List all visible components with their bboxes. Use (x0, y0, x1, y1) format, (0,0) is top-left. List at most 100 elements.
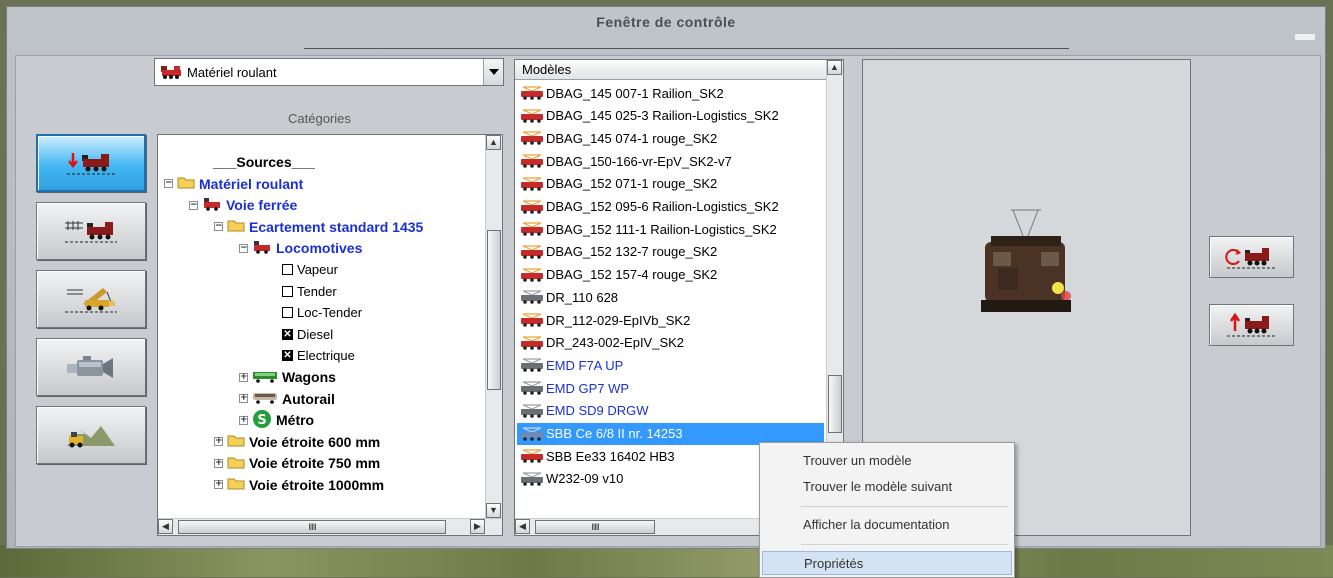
tree-node[interactable]: ✕ Diesel (264, 324, 333, 344)
locomotive-icon (521, 472, 543, 486)
tree-node-label: Voie étroite 750 mm (249, 455, 381, 471)
terrain-mode-button[interactable] (36, 406, 146, 464)
terrain-icon (67, 426, 115, 448)
list-item[interactable]: DBAG_152 132-7 rouge_SK2 (517, 241, 824, 263)
scroll-thumb[interactable]: IIIII (535, 520, 655, 534)
locomotive-icon (521, 199, 543, 214)
scroll-thumb[interactable]: IIIII (178, 520, 446, 534)
model-name: DR_243-002-EpIV_SK2 (546, 335, 685, 351)
tree-node[interactable]: + Voie étroite 1000mm (214, 475, 384, 495)
expand-collapse-icon[interactable]: + (239, 415, 248, 425)
checkbox[interactable] (282, 285, 293, 297)
rotate-locomotive-icon (1224, 248, 1277, 269)
tree-node[interactable]: + Wagons (239, 367, 336, 387)
locomotive-icon (521, 313, 543, 327)
model-name: DBAG_152 111-1 Railion-Logistics_SK2 (546, 221, 777, 237)
list-item[interactable]: DBAG_152 095-6 Railion-Logistics_SK2 (517, 196, 824, 218)
expand-collapse-icon[interactable]: + (214, 458, 223, 468)
menu-separator (801, 544, 1008, 545)
list-item[interactable]: DR_110 628 (517, 286, 824, 308)
title-underline (304, 48, 1069, 49)
menu-item-properties[interactable]: Propriétés (762, 551, 1012, 575)
tree-node-label: Loc-Tender (297, 305, 363, 320)
tree-node-label: Vapeur (297, 262, 338, 277)
scroll-down-icon[interactable]: ▼ (486, 503, 501, 518)
category-tree[interactable]: ___Sources___ − Matériel roulant − Voie ferr… (157, 134, 503, 536)
expand-collapse-icon[interactable]: − (214, 222, 223, 231)
scroll-right-icon[interactable]: ▶ (470, 519, 485, 534)
tree-node[interactable]: ___Sources___ (213, 152, 315, 172)
metro-icon: S (252, 409, 272, 432)
scroll-thumb[interactable] (828, 375, 842, 433)
list-item[interactable]: EMD F7A UP (517, 354, 824, 376)
list-item[interactable]: DBAG_145 007-1 Railion_SK2 (517, 82, 824, 104)
list-item[interactable]: EMD GP7 WP (517, 377, 824, 399)
list-item[interactable]: DBAG_145 074-1 rouge_SK2 (517, 127, 824, 149)
tree-node[interactable]: − Ecartement standard 1435 (214, 217, 423, 237)
checkbox[interactable] (282, 307, 293, 318)
list-item[interactable]: DBAG_152 157-4 rouge_SK2 (517, 264, 824, 286)
svg-text:S: S (257, 413, 266, 428)
list-item[interactable]: DBAG_152 071-1 rouge_SK2 (517, 173, 824, 195)
menu-item-find-model[interactable]: Trouver un modèle (762, 449, 1012, 473)
list-item[interactable]: DR_112-029-EpIVb_SK2 (517, 309, 824, 331)
loco-icon (202, 197, 222, 214)
list-item[interactable]: DR_243-002-EpIV_SK2 (517, 332, 824, 354)
model-name: DR_112-029-EpIVb_SK2 (546, 312, 691, 328)
track-mode-button[interactable] (36, 202, 146, 260)
rotate-locomotive-button[interactable] (1209, 236, 1294, 278)
checkbox[interactable] (282, 264, 293, 275)
model-name: DBAG_145 025-3 Railion-Logistics_SK2 (546, 108, 779, 124)
expand-collapse-icon[interactable]: − (164, 179, 173, 188)
menu-separator (801, 506, 1008, 507)
tree-vertical-scrollbar[interactable]: ▲ ▼ (485, 135, 502, 518)
tree-node[interactable]: ✕ Electrique (264, 346, 355, 366)
locomotive-icon (521, 358, 543, 373)
scroll-left-icon[interactable]: ◀ (158, 519, 173, 534)
model-name: DBAG_152 157-4 rouge_SK2 (546, 267, 718, 283)
tree-node[interactable]: Vapeur (264, 260, 338, 280)
scroll-up-icon[interactable]: ▲ (486, 135, 501, 150)
scroll-thumb[interactable] (487, 230, 501, 390)
models-column-header[interactable]: Modèles (515, 60, 826, 80)
scroll-left-icon[interactable]: ◀ (515, 519, 530, 534)
tree-horizontal-scrollbar[interactable]: ◀ IIIII ▶ (158, 518, 502, 535)
locomotive-icon (521, 222, 543, 236)
tree-node[interactable]: − Matériel roulant (164, 174, 303, 194)
crane-mode-button[interactable] (36, 270, 146, 328)
expand-collapse-icon[interactable]: + (239, 372, 248, 382)
category-combobox[interactable]: Matériel roulant (154, 58, 504, 86)
tree-node[interactable]: − Voie ferrée (189, 195, 297, 215)
tree-node[interactable]: + Voie étroite 600 mm (214, 432, 380, 452)
tree-node[interactable]: + Autorail (239, 389, 335, 409)
model-name: EMD SD9 DRGW (546, 403, 649, 419)
tree-node[interactable]: + S Métro (239, 409, 314, 432)
tree-node-label: Autorail (282, 390, 335, 407)
list-item[interactable]: DBAG_152 111-1 Railion-Logistics_SK2 (517, 218, 824, 240)
expand-collapse-icon[interactable]: + (214, 480, 223, 489)
expand-collapse-icon[interactable]: − (189, 200, 198, 210)
tree-node[interactable]: Tender (264, 281, 337, 301)
list-item[interactable]: DBAG_150-166-vr-EpV_SK2-v7 (517, 150, 824, 172)
tree-node[interactable]: + Voie étroite 750 mm (214, 453, 380, 473)
tree-node-label: Matériel roulant (199, 175, 304, 192)
camera-mode-button[interactable] (36, 338, 146, 396)
tree-node[interactable]: − Locomotives (239, 238, 362, 258)
expand-collapse-icon[interactable]: + (214, 437, 223, 446)
menu-item-show-documentation[interactable]: Afficher la documentation (762, 513, 1012, 537)
checkbox[interactable]: ✕ (282, 328, 293, 340)
checkbox[interactable]: ✕ (282, 350, 293, 361)
tree-node[interactable]: Loc-Tender (264, 303, 362, 323)
menu-item-find-next-model[interactable]: Trouver le modèle suivant (762, 475, 1012, 499)
rolling-stock-mode-button[interactable] (36, 134, 146, 192)
chevron-down-icon[interactable] (483, 59, 503, 85)
expand-collapse-icon[interactable]: + (239, 394, 248, 403)
list-item[interactable]: EMD SD9 DRGW (517, 400, 824, 422)
control-window: Fenêtre de contrôle Matériel roulant Cat… (6, 6, 1326, 549)
lift-locomotive-button[interactable] (1209, 304, 1294, 346)
minimize-icon[interactable] (1295, 34, 1315, 40)
expand-collapse-icon[interactable]: − (239, 243, 248, 253)
locomotive-icon (521, 267, 543, 282)
list-item[interactable]: DBAG_145 025-3 Railion-Logistics_SK2 (517, 105, 824, 127)
scroll-up-icon[interactable]: ▲ (827, 60, 842, 75)
